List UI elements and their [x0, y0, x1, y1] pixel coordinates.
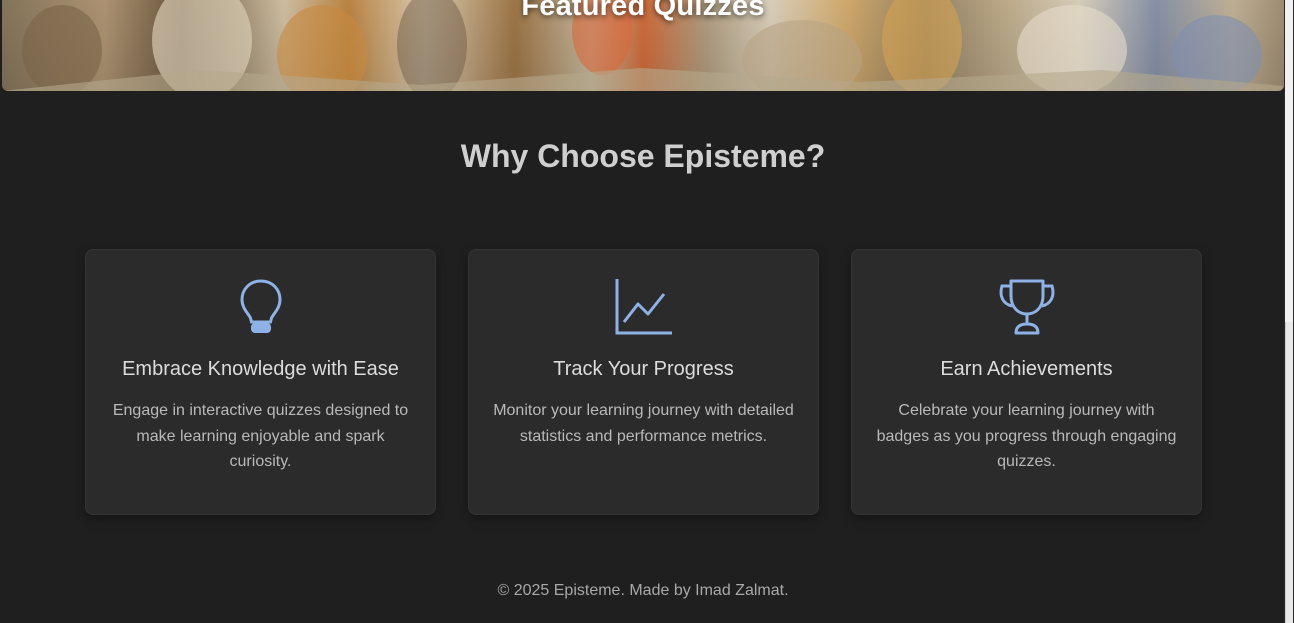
trophy-icon	[999, 279, 1054, 335]
card-title: Embrace Knowledge with Ease	[122, 358, 399, 380]
feature-card-achievements: Earn Achievements Celebrate your learnin…	[851, 249, 1202, 515]
featured-quizzes-banner: Featured Quizzes	[2, 0, 1284, 91]
chart-line-icon	[615, 279, 672, 335]
feature-card-knowledge: Embrace Knowledge with Ease Engage in in…	[85, 249, 436, 515]
feature-card-progress: Track Your Progress Monitor your learnin…	[468, 249, 819, 515]
card-description: Monitor your learning journey with detai…	[493, 402, 794, 445]
featured-quizzes-title: Featured Quizzes	[521, 0, 765, 22]
card-title: Track Your Progress	[553, 358, 734, 380]
scrollbar-track-upper[interactable]	[1285, 0, 1293, 322]
card-description: Engage in interactive quizzes designed t…	[112, 402, 409, 470]
why-choose-title: Why Choose Episteme?	[460, 138, 826, 174]
feature-cards: Embrace Knowledge with Ease Engage in in…	[85, 249, 1202, 515]
card-title: Earn Achievements	[940, 358, 1113, 380]
card-description: Celebrate your learning journey with bad…	[876, 402, 1177, 470]
page: Featured Quizzes Why Choose Episteme? Em…	[0, 0, 1294, 623]
lightbulb-icon	[239, 279, 282, 333]
footer-copyright: © 2025 Episteme. Made by Imad Zalmat.	[497, 582, 789, 599]
scrollbar-thumb[interactable]	[1285, 322, 1293, 623]
page-scrollbar[interactable]	[1284, 0, 1294, 623]
